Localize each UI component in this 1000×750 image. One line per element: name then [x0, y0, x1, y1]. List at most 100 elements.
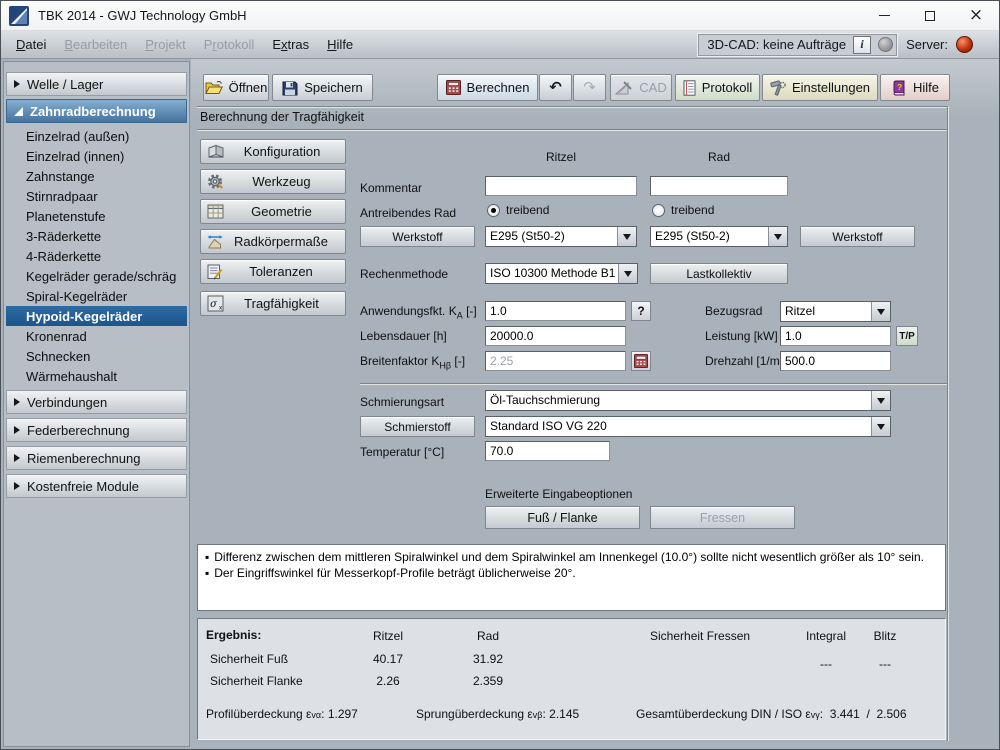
content-panel: Öffnen Speichern Berechnen ↶ ↷	[191, 59, 999, 749]
save-floppy-icon	[282, 80, 298, 96]
cad-button: CAD	[610, 74, 672, 101]
geometrie-button[interactable]: Geometrie	[200, 199, 346, 224]
open-folder-icon	[205, 80, 223, 95]
chevron-down-icon	[871, 302, 890, 321]
sidebar-group-zahnradberechnung[interactable]: Zahnradberechnung	[6, 99, 187, 123]
werkstoff-ritzel-select[interactable]: E295 (St50-2)	[485, 226, 637, 247]
sidebar-item-spiral-kegelraeder[interactable]: Spiral-Kegelräder	[6, 286, 187, 306]
close-icon: ×	[969, 7, 983, 24]
anwendungsfaktor-input[interactable]	[485, 301, 626, 321]
tragfaehigkeit-button[interactable]: σ x Tragfähigkeit	[200, 291, 346, 316]
lastkollektiv-button[interactable]: Lastkollektiv	[650, 263, 788, 284]
breitenfaktor-label: Breitenfaktor KHβ [-]	[360, 354, 465, 370]
sidebar-item-stirnradpaar[interactable]: Stirnradpaar	[6, 186, 187, 206]
kommentar-ritzel-input[interactable]	[485, 176, 637, 196]
chevron-expanded-icon	[14, 107, 23, 116]
sigma-x-icon: σ x	[207, 295, 224, 312]
settings-button[interactable]: Einstellungen	[762, 74, 878, 101]
werkstoff-rad-button[interactable]: Werkstoff	[800, 226, 915, 247]
sidebar-group-kostenfreie-module[interactable]: Kostenfreie Module	[6, 474, 187, 498]
calculator-icon	[446, 80, 461, 95]
configuration-icon	[207, 144, 225, 159]
antreibendes-rad-label: Antreibendes Rad	[360, 206, 456, 220]
sidebar-item-einzelrad-innen[interactable]: Einzelrad (innen)	[6, 146, 187, 166]
temperatur-input[interactable]	[485, 441, 610, 461]
chevron-down-icon	[768, 227, 787, 246]
menubar: Datei Bearbeiten Projekt Protokoll Extra…	[1, 31, 999, 59]
anwendungsfaktor-help-button[interactable]: ?	[631, 301, 651, 321]
results-col-blitz: Blitz	[863, 629, 907, 643]
sidebar-item-einzelrad-aussen[interactable]: Einzelrad (außen)	[6, 126, 187, 146]
sidebar-item-3-raederkette[interactable]: 3-Räderkette	[6, 226, 187, 246]
chevron-down-icon	[871, 391, 890, 410]
chevron-down-icon	[617, 227, 636, 246]
sidebar-item-4-raederkette[interactable]: 4-Räderkette	[6, 246, 187, 266]
toleranzen-button[interactable]: Toleranzen	[200, 259, 346, 284]
help-button[interactable]: ? Hilfe	[880, 74, 950, 101]
window-controls: ×	[861, 1, 999, 30]
sidebar-item-kronenrad[interactable]: Kronenrad	[6, 326, 187, 346]
torque-power-toggle-button[interactable]: T/P	[896, 326, 918, 346]
sidebar-item-hypoid-kegelraeder[interactable]: Hypoid-Kegelräder	[6, 306, 187, 326]
chevron-right-icon	[14, 482, 20, 490]
results-col-ritzel: Ritzel	[356, 629, 420, 643]
rechenmethode-select[interactable]: ISO 10300 Methode B1	[485, 263, 638, 284]
werkzeug-button[interactable]: Werkzeug	[200, 169, 346, 194]
menu-datei[interactable]: Datei	[7, 31, 55, 58]
leistung-input[interactable]	[780, 326, 891, 346]
sidebar-item-kegelraeder-gerade-schraeg[interactable]: Kegelräder gerade/schräg	[6, 266, 187, 286]
result-flanke-label: Sicherheit Flanke	[210, 674, 303, 688]
maximize-button[interactable]	[907, 1, 953, 30]
radkoerpermasse-button[interactable]: Radkörpermaße	[200, 229, 346, 254]
schmierungsart-select[interactable]: Öl-Tauchschmierung	[485, 390, 891, 411]
app-window: TBK 2014 - GWJ Technology GmbH × Datei B…	[0, 0, 1000, 750]
treibend-ritzel-radio[interactable]: treibend	[487, 203, 549, 217]
konfiguration-button[interactable]: Konfiguration	[200, 139, 346, 164]
save-button[interactable]: Speichern	[272, 74, 373, 101]
radio-unchecked-icon	[652, 204, 665, 217]
sidebar-group-federberechnung[interactable]: Federberechnung	[6, 418, 187, 442]
divider	[197, 129, 947, 130]
lebensdauer-input[interactable]	[485, 326, 626, 346]
treibend-rad-radio[interactable]: treibend	[652, 203, 714, 217]
notepad-pencil-icon	[207, 264, 223, 280]
chevron-right-icon	[14, 454, 20, 462]
tools-icon	[770, 80, 786, 96]
column-header-rad: Rad	[650, 150, 788, 164]
bezugsrad-select[interactable]: Ritzel	[780, 301, 891, 322]
kommentar-rad-input[interactable]	[650, 176, 788, 196]
results-col-fressen: Sicherheit Fressen	[650, 629, 750, 643]
werkstoff-rad-select[interactable]: E295 (St50-2)	[650, 226, 788, 247]
calculate-button[interactable]: Berechnen	[437, 74, 538, 101]
lebensdauer-label: Lebensdauer [h]	[360, 329, 447, 343]
chevron-right-icon	[14, 426, 20, 434]
minimize-button[interactable]	[861, 1, 907, 30]
schmierstoff-select[interactable]: Standard ISO VG 220	[485, 416, 891, 437]
werkstoff-ritzel-button[interactable]: Werkstoff	[360, 226, 475, 247]
chevron-right-icon	[14, 80, 20, 88]
sidebar-item-planetenstufe[interactable]: Planetenstufe	[6, 206, 187, 226]
breitenfaktor-calculator-button[interactable]	[631, 351, 651, 371]
sidebar-item-schnecken[interactable]: Schnecken	[6, 346, 187, 366]
fuss-flanke-button[interactable]: Fuß / Flanke	[485, 506, 640, 529]
info-button[interactable]: i	[853, 36, 871, 54]
sidebar-group-riemenberechnung[interactable]: Riemenberechnung	[6, 446, 187, 470]
sidebar-item-zahnstange[interactable]: Zahnstange	[6, 166, 187, 186]
cad-status-text: 3D-CAD: keine Aufträge	[707, 37, 846, 52]
undo-button[interactable]: ↶	[539, 74, 572, 101]
result-fuss-rad: 31.92	[456, 652, 520, 666]
sidebar-item-waermehaushalt[interactable]: Wärmehaushalt	[6, 366, 187, 386]
report-button[interactable]: Protokoll	[675, 74, 760, 101]
sidebar-group-welle-lager[interactable]: Welle / Lager	[6, 72, 187, 96]
close-button[interactable]: ×	[953, 1, 999, 30]
sidebar: Welle / Lager Zahnradberechnung Einzelra…	[3, 61, 190, 747]
results-col-rad: Rad	[456, 629, 520, 643]
open-button[interactable]: Öffnen	[203, 74, 269, 101]
fressen-button: Fressen	[650, 506, 795, 529]
drehzahl-input[interactable]	[780, 351, 891, 371]
temperatur-label: Temperatur [°C]	[360, 445, 444, 459]
schmierstoff-button[interactable]: Schmierstoff	[360, 416, 475, 437]
menu-extras[interactable]: Extras	[263, 31, 318, 58]
sidebar-group-verbindungen[interactable]: Verbindungen	[6, 390, 187, 414]
menu-hilfe[interactable]: Hilfe	[318, 31, 362, 58]
